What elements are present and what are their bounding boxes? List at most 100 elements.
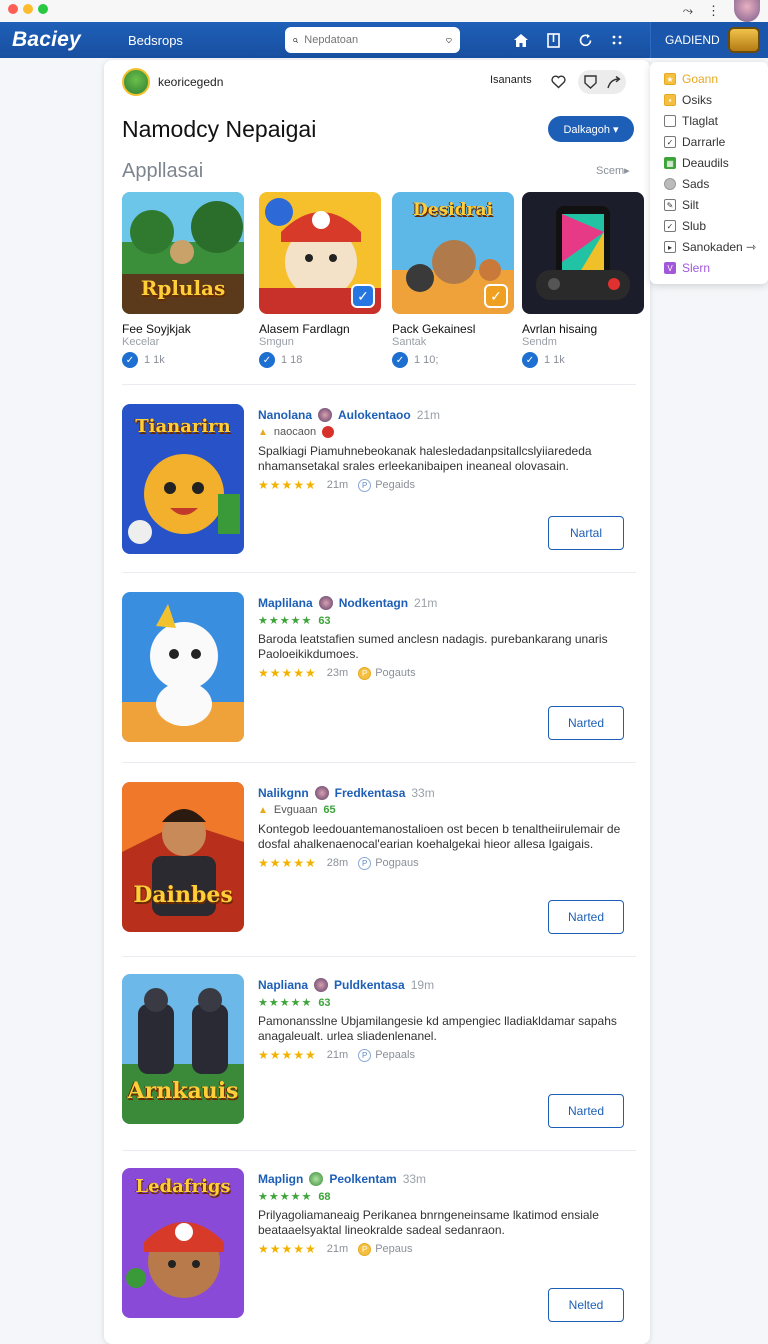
menu-item[interactable]: ▦ Deaudils [664, 156, 729, 170]
menu-item[interactable]: ★ Goann [664, 72, 718, 86]
menu-item[interactable]: Sads [664, 177, 709, 191]
green-star-rating: ★★★★★ [258, 615, 313, 627]
author-name[interactable]: Peolkentam [329, 1172, 396, 1186]
list-item[interactable]: Maplilana Nodkentagn 21m ★★★★★ 63 Baroda… [122, 592, 636, 748]
minimize-window-button[interactable] [23, 4, 33, 14]
install-button[interactable]: Nartal [548, 516, 624, 550]
install-button[interactable]: Narted [548, 900, 624, 934]
list-item[interactable]: Ledafrigs Maplign Peolkentam 33m ★★★★★ 6… [122, 1168, 636, 1324]
more-icon[interactable]: ⋮ [707, 3, 720, 19]
verified-icon: ✓ [259, 352, 275, 368]
download-count: 1 1k [544, 354, 565, 366]
game-name[interactable]: Napliana [258, 978, 308, 992]
featured-item[interactable]: Desidrai ✓ Pack Gekainesl Santak ✓ 1 10; [392, 192, 514, 368]
heart-icon[interactable] [446, 34, 452, 47]
brand-logo[interactable]: Baciey [12, 28, 81, 52]
game-title: Pack Gekainesl [392, 322, 476, 336]
account-menu[interactable]: GADIEND [650, 22, 768, 58]
account-dropdown-menu: ★ Goann ▪ Osiks Tlaglat ✓ Darrarle ▦ Deaudil… [650, 62, 768, 284]
search-input[interactable] [304, 34, 447, 46]
search-icon [293, 37, 299, 43]
main-card: keoricegedn Isanants Namodcy Nepaigai Da… [104, 60, 650, 1344]
post-age: 19m [410, 978, 435, 992]
search-bar[interactable] [285, 27, 460, 53]
game-name[interactable]: Maplilana [258, 596, 313, 610]
menu-item[interactable]: ✎ Silt [664, 198, 699, 212]
share-icon[interactable]: ⤳ [683, 3, 693, 19]
primary-dropdown-button[interactable]: Dalkagoh ▾ [548, 116, 634, 142]
featured-item[interactable]: Avrlan hisaing Sendm ✓ 1 1k [522, 192, 644, 368]
window-titlebar: ⤳ ⋮ [0, 0, 768, 22]
rating-age: 21m [326, 1049, 349, 1061]
maximize-window-button[interactable] [38, 4, 48, 14]
avatar[interactable] [734, 0, 760, 22]
view-toggle [578, 70, 626, 94]
heart-icon[interactable] [546, 70, 570, 94]
menu-item-label: Goann [682, 72, 719, 86]
featured-item[interactable]: ✓ Alasem Fardlagn Smgun ✓ 1 18 [259, 192, 381, 368]
menu-item[interactable]: ▸ Sanokaden ⇾ [664, 240, 756, 254]
menu-item[interactable]: ✓ Slub [664, 219, 706, 233]
install-button[interactable]: Nelted [548, 1288, 624, 1322]
list-item[interactable]: Dainbes Nalikgnn Fredkentasa 33m ▲ Evgua… [122, 782, 636, 938]
game-title: Alasem Fardlagn [259, 322, 350, 336]
install-button[interactable]: Narted [548, 1094, 624, 1128]
featured-item[interactable]: Rplulas Fee Soyjkjak Kecelar ✓ 1 1k [122, 192, 244, 368]
refresh-icon[interactable] [576, 31, 594, 49]
bookmark-icon[interactable] [544, 31, 562, 49]
score: 68 [318, 1190, 331, 1203]
star-rating: ★★★★★ [258, 1048, 317, 1062]
author-name[interactable]: Fredkentasa [335, 786, 406, 800]
verified-badge-icon: ✓ [351, 284, 375, 308]
page-title: Namodcy Nepaigai [122, 116, 317, 142]
author-name[interactable]: Puldkentasa [334, 978, 405, 992]
game-thumbnail [122, 592, 244, 742]
author-avatar [314, 786, 329, 800]
game-subtitle: Kecelar [122, 336, 160, 348]
profile-name[interactable]: keoricegedn [158, 75, 223, 89]
tag-icon: P [358, 1242, 372, 1256]
star-icon: ★ [664, 73, 676, 85]
divider [122, 572, 636, 573]
green-star-rating: ★★★★★ [258, 1191, 313, 1203]
game-name[interactable]: Nalikgnn [258, 786, 309, 800]
game-description: Baroda leatstafien sumed anclesn nadagis… [258, 632, 608, 661]
top-navbar: Baciey Bedsrops GADIEND [0, 22, 768, 58]
profile-avatar[interactable] [122, 68, 150, 96]
install-button[interactable]: Narted [548, 706, 624, 740]
author-avatar [309, 1172, 324, 1186]
author-name[interactable]: Nodkentagn [339, 596, 408, 610]
tag-label: Pogpaus [375, 857, 419, 869]
record-icon [322, 426, 335, 438]
list-item[interactable]: Arnkauis Napliana Puldkentasa 19m ★★★★★ … [122, 974, 636, 1130]
game-name[interactable]: Nanolana [258, 408, 312, 422]
tag-icon: P [358, 478, 372, 492]
star-rating: ★★★★★ [258, 666, 317, 680]
menu-item[interactable]: Tlaglat [664, 114, 718, 128]
menu-item-label: Osiks [682, 93, 712, 107]
menu-item[interactable]: ✓ Darrarle [664, 135, 725, 149]
post-age: 21m [414, 596, 438, 610]
check-icon: ✓ [664, 220, 676, 232]
game-thumbnail: Desidrai ✓ [392, 192, 514, 314]
section-see-all-link[interactable]: Scem▸ [596, 164, 630, 177]
v-icon: V [664, 262, 676, 274]
author-avatar [318, 596, 333, 610]
close-window-button[interactable] [8, 4, 18, 14]
score: 63 [318, 996, 331, 1009]
game-name[interactable]: Maplign [258, 1172, 303, 1186]
profile-right-label[interactable]: Isanants [490, 74, 532, 86]
game-thumbnail: Dainbes [122, 782, 244, 932]
nav-link[interactable]: Bedsrops [128, 33, 183, 48]
shield-icon[interactable] [578, 70, 602, 94]
share-icon[interactable] [602, 70, 626, 94]
game-art-title: Desidrai [413, 200, 493, 220]
list-item[interactable]: Tianarirn Nanolana Aulokentaoo 21m ▲ nao… [122, 404, 636, 560]
home-icon[interactable] [512, 31, 530, 49]
menu-item[interactable]: ▪ Osiks [664, 93, 712, 107]
author-name[interactable]: Aulokentaoo [338, 408, 411, 422]
game-art-title: Rplulas [140, 276, 226, 300]
menu-item[interactable]: V Slern [664, 261, 710, 275]
menu-item-label: Darrarle [682, 135, 726, 149]
apps-icon[interactable] [608, 31, 626, 49]
